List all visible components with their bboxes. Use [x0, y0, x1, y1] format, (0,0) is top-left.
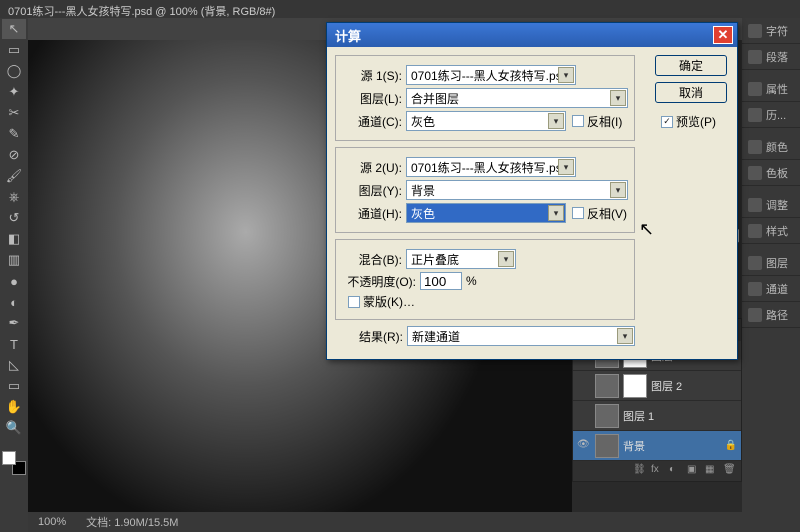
fx-icon[interactable]: fx: [651, 464, 663, 476]
panel-paragraph[interactable]: 段落: [742, 44, 800, 70]
panel-paths[interactable]: 路径: [742, 302, 800, 328]
gradient-tool[interactable]: ▥: [2, 250, 26, 270]
panel-history[interactable]: 历...: [742, 102, 800, 128]
hand-tool[interactable]: ✋: [2, 397, 26, 417]
history-brush-tool[interactable]: ↺: [2, 208, 26, 228]
layer-row-background[interactable]: 👁背景🔒: [573, 431, 741, 461]
type-tool[interactable]: T: [2, 334, 26, 354]
source2-file-combo[interactable]: 0701练习---黑人女孩特写.psd▾: [406, 157, 576, 177]
zoom-tool[interactable]: 🔍: [2, 418, 26, 438]
eyedropper-tool[interactable]: ✎: [2, 124, 26, 144]
panel-styles[interactable]: 样式: [742, 218, 800, 244]
panel-dock: 字符 段落 属性 历... 颜色 色板 调整 样式 图层 通道 路径: [742, 18, 800, 532]
shape-tool[interactable]: ▭: [2, 376, 26, 396]
trash-icon[interactable]: 🗑: [723, 464, 735, 476]
healing-tool[interactable]: ⊘: [2, 145, 26, 165]
pen-tool[interactable]: ✒: [2, 313, 26, 333]
panel-adjustments[interactable]: 调整: [742, 192, 800, 218]
source1-file-combo[interactable]: 0701练习---黑人女孩特写.psd▾: [406, 65, 576, 85]
path-tool[interactable]: ◺: [2, 355, 26, 375]
new-layer-icon[interactable]: ▦: [705, 464, 717, 476]
preview-checkbox[interactable]: ✓预览(P): [661, 113, 727, 130]
dialog-title-bar[interactable]: 计算 ✕: [327, 23, 737, 47]
layer-row[interactable]: 图层 2: [573, 371, 741, 401]
doc-info: 文档: 1.90M/15.5M: [86, 514, 178, 530]
source1-group: 源 1(S): 0701练习---黑人女孩特写.psd▾ 图层(L): 合并图层…: [335, 55, 635, 141]
document-tab[interactable]: 0701练习---黑人女孩特写.psd @ 100% (背景, RGB/8#): [0, 0, 800, 18]
toolbox: ↖ ▭ ◯ ✦ ✂ ✎ ⊘ 🖌 ⎈ ↺ ◧ ▥ ● ◐ ✒ T ◺ ▭ ✋ 🔍: [0, 18, 28, 532]
result-combo[interactable]: 新建通道▾: [407, 326, 635, 346]
visibility-icon[interactable]: 👁: [577, 439, 591, 453]
source2-channel-combo[interactable]: 灰色▾: [406, 203, 566, 223]
link-icon[interactable]: ⛓: [633, 464, 645, 476]
mask-icon[interactable]: ◐: [669, 464, 681, 476]
dodge-tool[interactable]: ◐: [2, 292, 26, 312]
status-bar: 100% 文档: 1.90M/15.5M: [28, 512, 742, 532]
blend-group: 混合(B): 正片叠底▾ 不透明度(O): % 蒙版(K)…: [335, 239, 635, 320]
brush-tool[interactable]: 🖌: [2, 166, 26, 186]
source2-invert-checkbox[interactable]: 反相(V): [572, 205, 627, 222]
move-tool[interactable]: ↖: [2, 19, 26, 39]
panel-character[interactable]: 字符: [742, 18, 800, 44]
opacity-input[interactable]: [420, 272, 462, 290]
blend-mode-combo[interactable]: 正片叠底▾: [406, 249, 516, 269]
layers-footer: ⛓ fx ◐ ▣ ▦ 🗑: [573, 461, 741, 481]
source1-channel-combo[interactable]: 灰色▾: [406, 111, 566, 131]
panel-channels[interactable]: 通道: [742, 276, 800, 302]
layer-row[interactable]: 图层 1: [573, 401, 741, 431]
close-button[interactable]: ✕: [713, 26, 733, 44]
source2-layer-combo[interactable]: 背景▾: [406, 180, 628, 200]
ok-button[interactable]: 确定: [655, 55, 727, 76]
calculations-dialog: 计算 ✕ 确定 取消 ✓预览(P) 源 1(S): 0701练习---黑人女孩特…: [326, 22, 738, 360]
source1-invert-checkbox[interactable]: 反相(I): [572, 113, 622, 130]
stamp-tool[interactable]: ⎈: [2, 187, 26, 207]
source1-layer-combo[interactable]: 合并图层▾: [406, 88, 628, 108]
lock-icon: 🔒: [725, 440, 737, 451]
marquee-tool[interactable]: ▭: [2, 40, 26, 60]
mask-checkbox[interactable]: 蒙版(K)…: [348, 293, 415, 310]
cursor-icon: ↖: [639, 219, 654, 240]
folder-icon[interactable]: ▣: [687, 464, 699, 476]
color-swatches[interactable]: [2, 451, 26, 475]
lasso-tool[interactable]: ◯: [2, 61, 26, 81]
crop-tool[interactable]: ✂: [2, 103, 26, 123]
magic-wand-tool[interactable]: ✦: [2, 82, 26, 102]
cancel-button[interactable]: 取消: [655, 82, 727, 103]
panel-color[interactable]: 颜色: [742, 134, 800, 160]
source2-group: 源 2(U): 0701练习---黑人女孩特写.psd▾ 图层(Y): 背景▾ …: [335, 147, 635, 233]
panel-swatches[interactable]: 色板: [742, 160, 800, 186]
panel-layers[interactable]: 图层: [742, 250, 800, 276]
eraser-tool[interactable]: ◧: [2, 229, 26, 249]
zoom-level[interactable]: 100%: [38, 516, 66, 528]
blur-tool[interactable]: ●: [2, 271, 26, 291]
panel-properties[interactable]: 属性: [742, 76, 800, 102]
